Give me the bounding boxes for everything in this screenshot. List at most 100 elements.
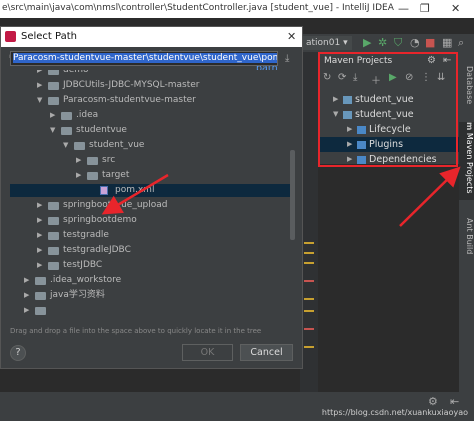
chevron-right-icon[interactable]: ▶	[347, 122, 352, 137]
chevron-right-icon[interactable]: ▶	[37, 244, 42, 257]
run-icon[interactable]: ▶	[363, 36, 371, 49]
tree-row[interactable]: ▼ studentvue	[10, 124, 290, 137]
maven-projects-tab[interactable]: m Maven Projects	[459, 122, 474, 200]
chevron-right-icon[interactable]: ▶	[76, 169, 81, 182]
download-sources-icon[interactable]: ⤓	[353, 72, 357, 83]
window-titlebar: e\src\main\java\com\nmsl\controller\Stud…	[0, 0, 474, 19]
generate-sources-icon[interactable]: ⟳	[338, 72, 346, 83]
chevron-right-icon[interactable]: ▶	[76, 154, 81, 167]
chevron-right-icon[interactable]: ▶	[37, 70, 42, 77]
tree-scrollbar[interactable]	[290, 150, 295, 240]
tree-row[interactable]: ▶ testgradle	[10, 229, 290, 242]
folder-icon	[35, 292, 46, 300]
chevron-right-icon[interactable]: ▶	[37, 229, 42, 242]
folder-icon	[48, 217, 59, 225]
search-everywhere-icon[interactable]: ⌕	[458, 36, 464, 50]
maven-tree-row[interactable]: ▶ Lifecycle	[319, 122, 459, 137]
help-button[interactable]: ?	[10, 345, 26, 361]
stop-icon[interactable]: ■	[425, 36, 435, 49]
chevron-right-icon[interactable]: ▶	[24, 289, 29, 302]
chevron-right-icon[interactable]: ▶	[333, 92, 338, 107]
coverage-icon[interactable]: ⛉	[394, 36, 402, 50]
skip-tests-icon[interactable]: ⊘	[405, 72, 413, 83]
tree-row[interactable]: ▼ Paracosm-studentvue-master	[10, 94, 290, 107]
tree-row-label: pom.xml	[115, 185, 155, 195]
folder-icon	[48, 82, 59, 90]
tree-row-label: testJDBC	[63, 260, 103, 270]
chevron-right-icon[interactable]: ▶	[37, 199, 42, 212]
tree-row-label: target	[102, 170, 130, 180]
gear-icon[interactable]: ⚙	[427, 55, 436, 66]
reimport-icon[interactable]: ↻	[323, 72, 331, 83]
tree-row[interactable]: ▶ .idea_workstore	[10, 274, 290, 287]
profile-icon[interactable]: ◔	[410, 36, 420, 49]
tree-row[interactable]: ▶ target	[10, 169, 290, 182]
hide-panel-icon[interactable]: ⇤	[443, 55, 451, 66]
maven-row-label: Dependencies	[369, 154, 437, 165]
tree-row[interactable]: ▶ springbootdemo	[10, 214, 290, 227]
tree-row-label: src	[102, 155, 116, 165]
tree-row-label: springboot_vue_upload	[63, 200, 168, 210]
hide-icon[interactable]: ⇤	[450, 395, 459, 408]
close-window-icon[interactable]: ✕	[451, 2, 460, 15]
maven-tree-row[interactable]: ▶ student_vue	[319, 92, 459, 107]
maven-projects-tab-label: Maven Projects	[465, 132, 474, 194]
settings-gear-icon[interactable]: ⚙	[428, 395, 438, 408]
ok-button[interactable]: OK	[182, 344, 233, 361]
tree-row[interactable]: ▶ java学习资料	[10, 289, 290, 302]
minimize-icon[interactable]: —	[398, 2, 409, 15]
chevron-down-icon[interactable]: ▼	[333, 107, 338, 122]
database-tab[interactable]: Database	[459, 66, 474, 114]
folder-icon	[48, 202, 59, 210]
tree-row[interactable]: ▶ src	[10, 154, 290, 167]
run-goal-icon[interactable]: ▶	[389, 72, 397, 83]
download-icon[interactable]: ⤓	[285, 53, 289, 64]
chevron-down-icon[interactable]: ▼	[37, 94, 42, 107]
restore-icon[interactable]: ❐	[420, 2, 430, 15]
chevron-right-icon[interactable]: ▶	[347, 137, 352, 152]
debug-icon[interactable]: ✲	[378, 36, 387, 49]
chevron-right-icon[interactable]: ▶	[37, 214, 42, 227]
tree-row[interactable]: ▶	[10, 304, 290, 317]
maven-row-label: Plugins	[369, 139, 404, 150]
folder-icon	[61, 112, 72, 120]
tree-row[interactable]: ▶ springboot_vue_upload	[10, 199, 290, 212]
chevron-right-icon[interactable]: ▶	[37, 79, 42, 92]
path-input[interactable]: Paracosm-studentvue-master\studentvue\st…	[10, 51, 278, 66]
collapse-all-icon[interactable]: ⇊	[437, 72, 445, 83]
maven-toolbar: ↻ ⟳ ⤓ ＋ ▶ ⊘ ⋮ ⇊	[319, 70, 459, 88]
tree-row-label: Paracosm-studentvue-master	[63, 95, 196, 105]
tree-row[interactable]: ▶ demo	[10, 70, 290, 77]
chevron-right-icon[interactable]: ▶	[50, 109, 55, 122]
cancel-button[interactable]: Cancel	[240, 344, 293, 361]
maven-letter-icon: m	[465, 122, 474, 131]
tree-row[interactable]: ▶ .idea	[10, 109, 290, 122]
chevron-right-icon[interactable]: ▶	[24, 274, 29, 287]
maven-tree-row[interactable]: ▶ Dependencies	[319, 152, 459, 167]
tree-row[interactable]: ▶ testgradleJDBC	[10, 244, 290, 257]
maven-tree-row[interactable]: ▶ Plugins	[319, 137, 459, 152]
tree-row[interactable]: pom.xml	[10, 184, 290, 197]
maven-module-icon	[343, 96, 352, 104]
ant-build-tab[interactable]: Ant Build	[459, 218, 474, 268]
tree-row[interactable]: ▼ student_vue	[10, 139, 290, 152]
maven-tree-row[interactable]: ▼ student_vue	[319, 107, 459, 122]
close-icon[interactable]: ✕	[287, 30, 296, 43]
tree-row[interactable]: ▶ JDBCUtils-JDBC-MYSQL-master	[10, 79, 290, 92]
tree-row[interactable]: ▶ testJDBC	[10, 259, 290, 272]
run-config-select[interactable]: ation01 ▾	[302, 36, 352, 50]
show-dependencies-icon[interactable]: ⋮	[421, 72, 431, 83]
dialog-title: Select Path	[21, 31, 77, 42]
chevron-down-icon[interactable]: ▼	[50, 124, 55, 137]
chevron-down-icon[interactable]: ▼	[63, 139, 68, 152]
maven-module-icon	[343, 111, 352, 119]
chevron-right-icon[interactable]: ▶	[24, 304, 29, 317]
tree-row-label: testgradleJDBC	[63, 245, 131, 255]
add-maven-project-icon[interactable]: ＋	[371, 72, 381, 87]
tree-row-label: demo	[63, 70, 89, 75]
folder-icon	[357, 141, 366, 149]
chevron-right-icon[interactable]: ▶	[37, 259, 42, 272]
folder-icon	[87, 172, 98, 180]
project-structure-icon[interactable]: ▦	[442, 36, 452, 49]
chevron-right-icon[interactable]: ▶	[347, 152, 352, 167]
